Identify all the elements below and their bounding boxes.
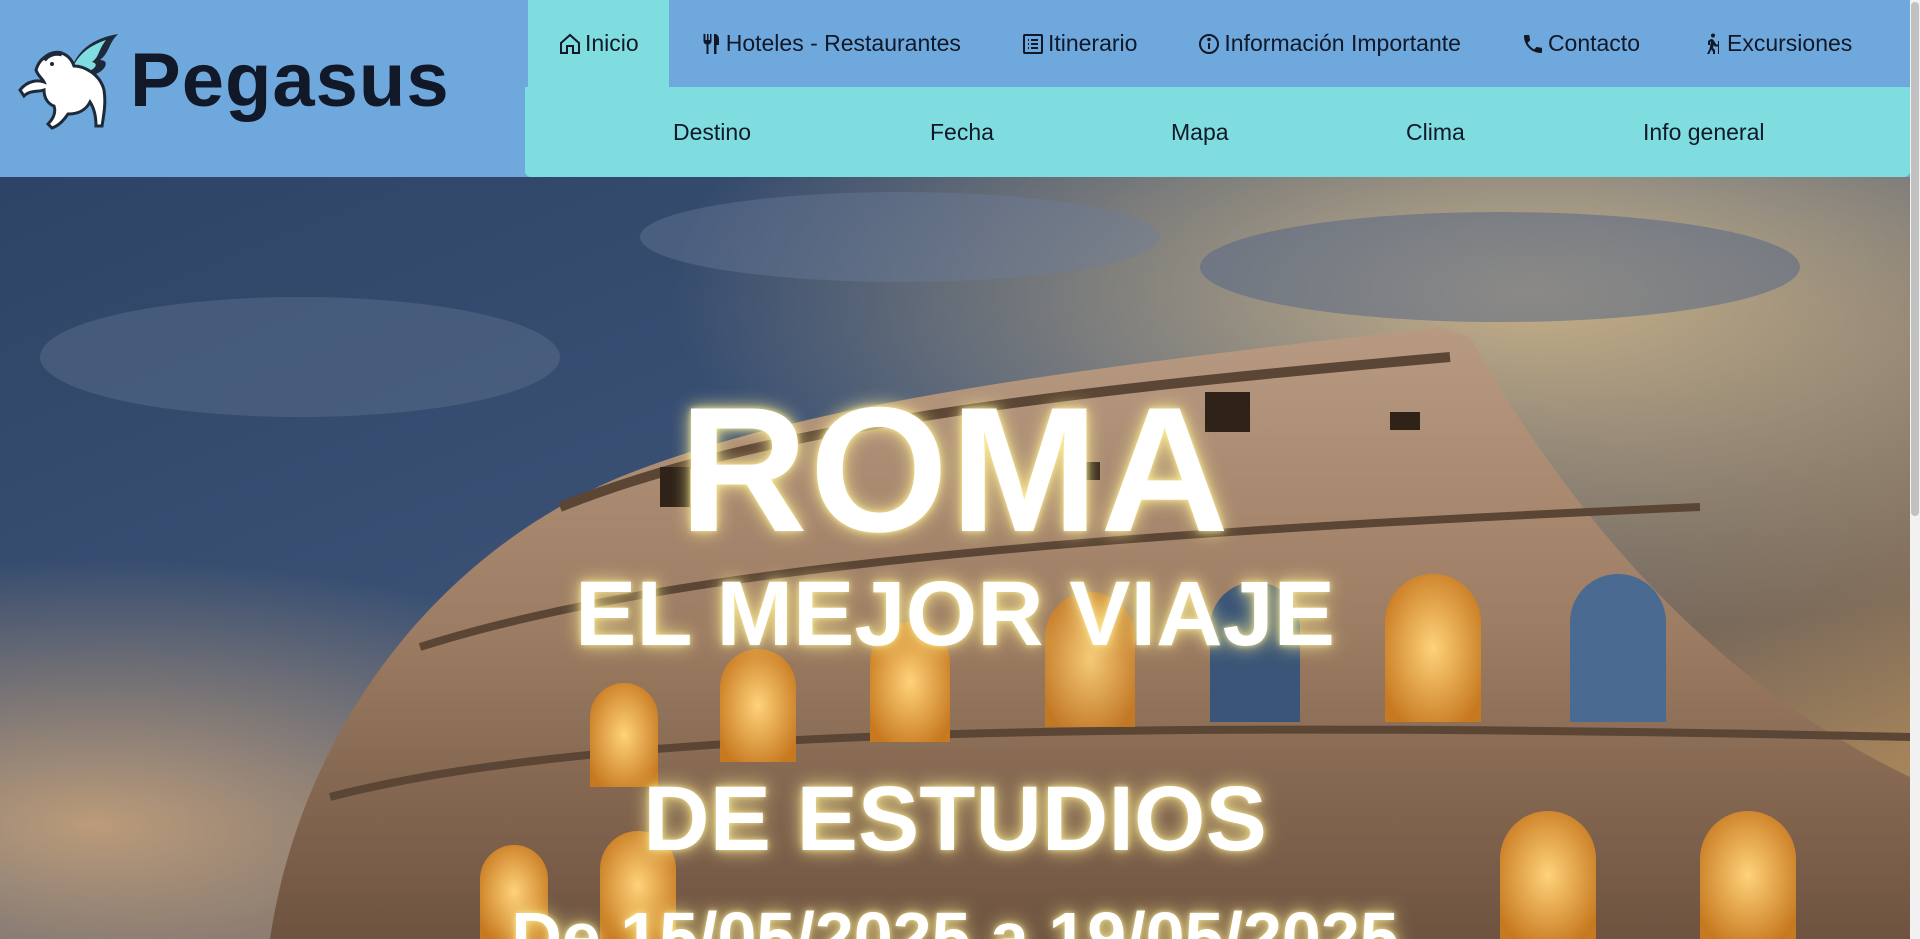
brand-name: Pegasus: [130, 37, 450, 123]
subnav-item-mapa[interactable]: Mapa: [1171, 87, 1229, 177]
nav-item-hoteles-restaurantes[interactable]: Hoteles - Restaurantes: [669, 0, 991, 87]
nav-item-label: Itinerario: [1047, 30, 1138, 56]
page-scrollbar[interactable]: [1910, 0, 1920, 939]
hero-city-title: ROMA: [679, 370, 1231, 569]
subnav-item-destino[interactable]: Destino: [673, 87, 751, 177]
nav-item-itinerario[interactable]: Itinerario: [991, 0, 1167, 87]
hero-subtitle-line2: DE ESTUDIOS: [643, 768, 1267, 870]
nav-item-label: Excursiones: [1727, 30, 1853, 56]
phone-icon: [1521, 32, 1548, 56]
main-nav: Inicio Hoteles - Restaurantes Itinerario…: [528, 0, 1882, 87]
subnav-item-clima[interactable]: Clima: [1406, 87, 1465, 177]
site-header: Pegasus Inicio Hoteles - Restaurantes It…: [0, 0, 1920, 177]
info-icon: [1197, 32, 1224, 56]
nav-item-inicio[interactable]: Inicio: [528, 0, 669, 87]
nav-item-label: Inicio: [585, 30, 639, 56]
logo[interactable]: Pegasus: [14, 30, 450, 130]
nav-item-label: Información Importante: [1224, 30, 1461, 56]
hero-subtitle-line1: EL MEJOR VIAJE: [574, 563, 1336, 665]
nav-item-informacion-importante[interactable]: Información Importante: [1167, 0, 1491, 87]
nav-item-label: Contacto: [1547, 30, 1640, 56]
nav-item-contacto[interactable]: Contacto: [1491, 0, 1670, 87]
pegasus-horse-icon: [18, 34, 118, 130]
subnav-item-fecha[interactable]: Fecha: [930, 87, 994, 177]
secondary-nav: Destino Fecha Mapa Clima Info general: [525, 87, 1910, 177]
fork-knife-icon: [699, 32, 726, 56]
hiker-icon: [1700, 32, 1727, 56]
nav-item-label: Hoteles - Restaurantes: [725, 30, 961, 56]
list-icon: [1021, 32, 1048, 56]
hero-dates: De 15/05/2025 a 19/05/2025: [511, 898, 1399, 939]
hero-banner: ROMA EL MEJOR VIAJE DE ESTUDIOS De 15/05…: [0, 177, 1910, 939]
nav-item-excursiones[interactable]: Excursiones: [1670, 0, 1882, 87]
home-icon: [558, 32, 585, 56]
subnav-item-info-general[interactable]: Info general: [1643, 87, 1764, 177]
scrollbar-thumb[interactable]: [1911, 2, 1919, 516]
